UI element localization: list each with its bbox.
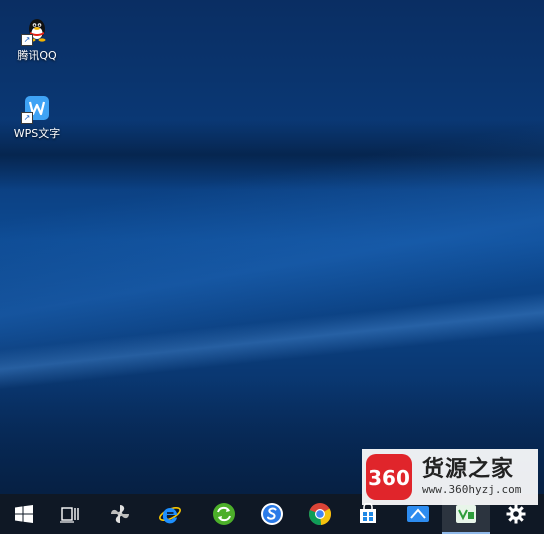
windows-start-icon [15,505,33,523]
qq-penguin-icon: ↗ [21,16,51,46]
desktop-icon-label: WPS文字 [13,127,61,140]
taskbar-app-chrome[interactable] [296,494,344,534]
svg-text:360: 360 [368,466,410,490]
360-logo: 360 [364,452,414,502]
settings-gear-icon [506,504,526,524]
task-view-icon [60,507,79,523]
task-view-button[interactable] [46,494,94,534]
internet-explorer-icon [159,507,181,524]
store-app-icon [360,503,376,523]
desktop: ↗ 腾讯QQ ↗ WPS文字 360 货源之家 www.360hyzj.com [0,0,544,534]
wps-writer-icon: ↗ [21,94,51,124]
desktop-icon-qq[interactable]: ↗ 腾讯QQ [2,16,72,63]
taskbar-app-green-refresh[interactable] [200,494,248,534]
sogou-browser-icon [261,503,283,525]
taskbar-app-sogou[interactable] [248,494,296,534]
pinwheel-app-icon [111,505,129,523]
green-refresh-app-icon [213,503,235,525]
shortcut-arrow-icon: ↗ [21,34,33,46]
taskbar-app-pinwheel[interactable] [96,494,144,534]
taskbar-app-ie[interactable] [146,494,194,534]
chrome-icon [309,503,332,526]
wallpaper-light-streak [0,286,544,394]
shortcut-arrow-icon: ↗ [21,112,33,124]
desktop-icon-label: 腾讯QQ [17,49,57,62]
wallpaper-light-beam [0,113,544,387]
wallpaper-dark-band [0,120,544,190]
watermark-url: www.360hyzj.com [422,483,522,496]
watermark-text: 货源之家 www.360hyzj.com [422,456,521,498]
blue-app-icon [407,506,429,522]
watermark-title: 货源之家 [422,456,515,482]
start-button[interactable] [0,494,48,534]
green-document-app-icon [456,505,476,523]
desktop-icon-wps[interactable]: ↗ WPS文字 [2,94,72,141]
watermark-360hyzj: 360 货源之家 www.360hyzj.com [362,449,538,505]
